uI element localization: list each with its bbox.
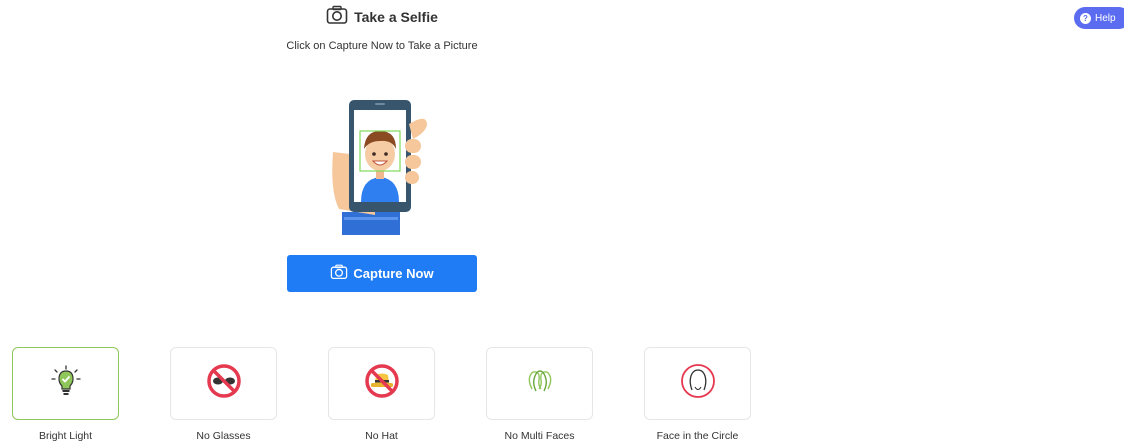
tip-box — [328, 347, 435, 420]
help-label: Help — [1095, 12, 1116, 24]
help-button[interactable]: ? Help — [1074, 7, 1124, 29]
tip-box — [486, 347, 593, 420]
tip-box — [12, 347, 119, 420]
camera-icon — [326, 5, 348, 30]
question-circle-icon: ? — [1080, 12, 1091, 24]
tip-no-multi-faces[interactable]: No Multi Faces — [486, 347, 593, 442]
tip-no-glasses[interactable]: No Glasses — [170, 347, 277, 442]
capture-now-button[interactable]: Capture Now — [287, 255, 477, 292]
page-title: Take a Selfie — [354, 9, 438, 25]
tip-no-hat[interactable]: No Hat — [328, 347, 435, 442]
page-subtitle: Click on Capture Now to Take a Picture — [286, 40, 478, 52]
tip-label: No Glasses — [196, 430, 251, 442]
title-row: Take a Selfie — [326, 5, 438, 30]
selfie-illustration — [325, 97, 435, 237]
lightbulb-check-icon — [49, 364, 83, 403]
tip-label: Face in the Circle — [656, 430, 739, 442]
tip-bright-light[interactable]: Bright Light — [12, 347, 119, 442]
tip-label: No Hat — [365, 430, 398, 442]
tip-label: No Multi Faces — [504, 430, 575, 442]
tip-box — [644, 347, 751, 420]
tip-face-in-circle[interactable]: Face in the Circle — [644, 347, 751, 442]
tip-label: Bright Light — [38, 430, 93, 442]
header: Take a Selfie — [0, 5, 764, 30]
no-hat-icon — [364, 363, 400, 404]
multi-faces-icon — [522, 363, 558, 404]
capture-now-label: Capture Now — [353, 266, 434, 281]
no-glasses-icon — [206, 363, 242, 404]
camera-icon — [330, 264, 348, 283]
tip-box — [170, 347, 277, 420]
face-circle-icon — [679, 362, 717, 405]
